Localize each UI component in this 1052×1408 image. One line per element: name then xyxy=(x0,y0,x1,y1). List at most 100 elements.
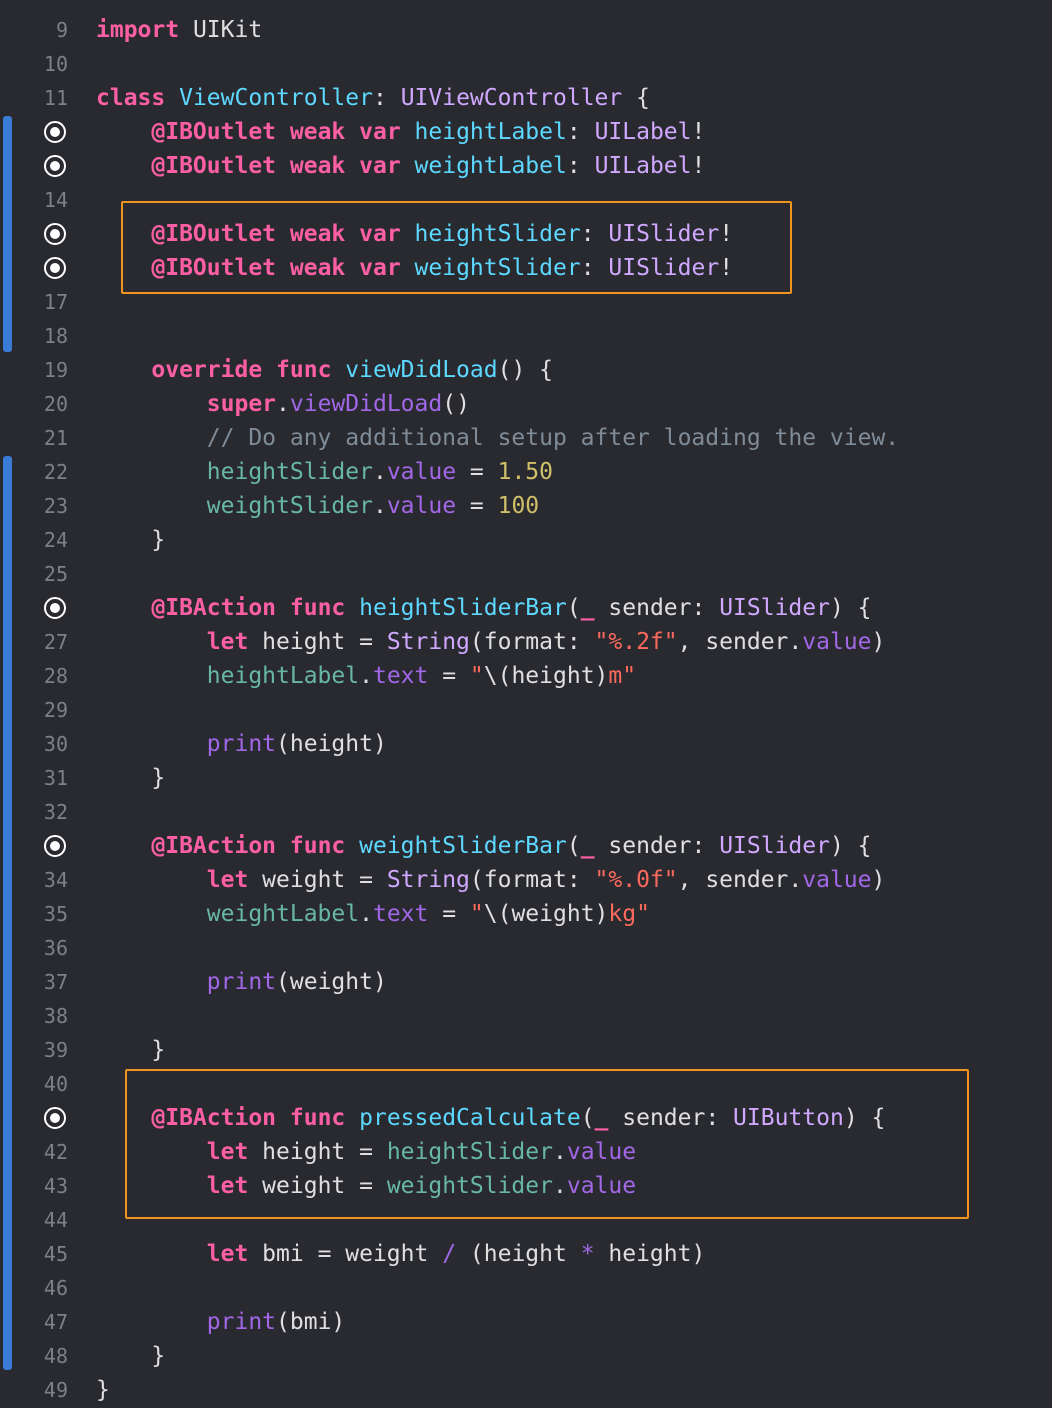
code-text: print(height) xyxy=(96,727,387,761)
code-text: @IBAction func weightSliderBar(_ sender:… xyxy=(96,829,871,863)
code-line[interactable]: 47 print(bmi) xyxy=(0,1305,1052,1339)
gutter: 46 xyxy=(0,1271,84,1305)
code-line[interactable]: @IBOutlet weak var heightSlider: UISlide… xyxy=(0,217,1052,251)
code-token: : xyxy=(372,85,401,111)
code-line[interactable]: 18 xyxy=(0,319,1052,353)
gutter xyxy=(0,149,84,183)
code-token: super xyxy=(206,391,277,417)
code-line[interactable]: 11 class ViewController: UIViewController… xyxy=(0,81,1052,115)
line-number: 9 xyxy=(55,18,68,42)
code-line[interactable]: 37 print(weight) xyxy=(0,965,1052,999)
code-token: } xyxy=(96,1343,166,1369)
code-line[interactable]: 24 } xyxy=(0,523,1052,557)
code-token: " xyxy=(469,663,484,689)
code-line[interactable]: 22 heightSlider.value = 1.50 xyxy=(0,455,1052,489)
code-line[interactable]: 34 let weight = String(format: "%.0f", s… xyxy=(0,863,1052,897)
code-line[interactable]: 40 xyxy=(0,1067,1052,1101)
code-line[interactable]: @IBAction func heightSliderBar(_ sender:… xyxy=(0,591,1052,625)
code-token: @IBOutlet xyxy=(151,221,277,247)
code-line[interactable]: 17 xyxy=(0,285,1052,319)
code-token: weak xyxy=(289,153,346,179)
code-line[interactable]: 49} xyxy=(0,1373,1052,1407)
code-token: () { xyxy=(497,357,553,383)
code-line[interactable]: 45 let bmi = weight / (height * height) xyxy=(0,1237,1052,1271)
code-token: ! xyxy=(719,255,734,281)
line-number: 42 xyxy=(43,1140,68,1164)
outlet-connection-icon[interactable] xyxy=(44,155,66,177)
code-line[interactable]: @IBOutlet weak var weightSlider: UISlide… xyxy=(0,251,1052,285)
code-token: value xyxy=(566,1173,637,1199)
outlet-connection-icon[interactable] xyxy=(44,835,66,857)
code-line[interactable]: 31 } xyxy=(0,761,1052,795)
code-line[interactable]: 20 super.viewDidLoad() xyxy=(0,387,1052,421)
code-token: 1.50 xyxy=(497,459,553,485)
code-token: (format: xyxy=(469,867,595,893)
line-number: 28 xyxy=(43,664,68,688)
code-token: ) xyxy=(871,629,886,655)
code-token: ! xyxy=(719,221,734,247)
code-token: ! xyxy=(691,119,706,145)
code-line[interactable]: @IBAction func pressedCalculate(_ sender… xyxy=(0,1101,1052,1135)
code-line[interactable]: 38 xyxy=(0,999,1052,1033)
gutter: 29 xyxy=(0,693,84,727)
code-line[interactable]: 36 xyxy=(0,931,1052,965)
code-line[interactable]: 43 let weight = weightSlider.value xyxy=(0,1169,1052,1203)
code-line[interactable]: 23 weightSlider.value = 100 xyxy=(0,489,1052,523)
code-token: heightSlider xyxy=(206,459,373,485)
code-line[interactable]: 9 import UIKit xyxy=(0,13,1052,47)
code-token: = xyxy=(456,459,498,485)
code-token: weightSliderBar xyxy=(359,833,567,859)
line-number: 40 xyxy=(43,1072,68,1096)
code-line[interactable]: 35 weightLabel.text = "\(weight)kg" xyxy=(0,897,1052,931)
code-line[interactable]: 21 // Do any additional setup after load… xyxy=(0,421,1052,455)
code-line[interactable]: 25 xyxy=(0,557,1052,591)
outlet-connection-icon[interactable] xyxy=(44,121,66,143)
code-token: * xyxy=(580,1241,595,1267)
code-line[interactable]: 44 xyxy=(0,1203,1052,1237)
code-line[interactable]: 19 override func viewDidLoad() { xyxy=(0,353,1052,387)
code-line[interactable]: @IBAction func weightSliderBar(_ sender:… xyxy=(0,829,1052,863)
code-line[interactable]: 48 } xyxy=(0,1339,1052,1373)
code-token: func xyxy=(276,357,332,383)
gutter: 39 xyxy=(0,1033,84,1067)
outlet-connection-icon[interactable] xyxy=(44,1107,66,1129)
code-token: ) { xyxy=(843,1105,886,1131)
code-token: weak xyxy=(289,119,346,145)
code-line[interactable]: 28 heightLabel.text = "\(height)m" xyxy=(0,659,1052,693)
outlet-connection-icon[interactable] xyxy=(44,597,66,619)
code-token: @IBAction xyxy=(151,1105,277,1131)
code-line[interactable]: 42 let height = heightSlider.value xyxy=(0,1135,1052,1169)
code-token: bmi = weight xyxy=(248,1241,443,1267)
code-line[interactable]: 29 xyxy=(0,693,1052,727)
code-line[interactable]: 46 xyxy=(0,1271,1052,1305)
code-text: } xyxy=(96,1373,110,1407)
code-line[interactable]: 32 xyxy=(0,795,1052,829)
code-token: UILabel xyxy=(594,153,692,179)
code-token: print xyxy=(206,731,277,757)
code-line[interactable]: 30 print(height) xyxy=(0,727,1052,761)
code-text: } xyxy=(96,761,165,795)
code-text: // Do any additional setup after loading… xyxy=(96,421,899,455)
code-token: (format: xyxy=(469,629,595,655)
line-number: 23 xyxy=(43,494,68,518)
code-token: heightSliderBar xyxy=(359,595,567,621)
line-number: 37 xyxy=(43,970,68,994)
outlet-connection-icon[interactable] xyxy=(44,223,66,245)
code-editor[interactable]: 9 import UIKit 10 11 class ViewController: U… xyxy=(0,0,1052,1408)
outlet-connection-icon[interactable] xyxy=(44,257,66,279)
line-number: 45 xyxy=(43,1242,68,1266)
code-line[interactable]: 14 xyxy=(0,183,1052,217)
code-line[interactable]: 39 } xyxy=(0,1033,1052,1067)
line-number: 18 xyxy=(43,324,68,348)
code-token: . xyxy=(359,901,373,927)
code-text: @IBOutlet weak var heightLabel: UILabel! xyxy=(96,115,705,149)
code-token: kg" xyxy=(608,901,650,927)
code-line[interactable]: @IBOutlet weak var weightLabel: UILabel! xyxy=(0,149,1052,183)
code-line[interactable]: @IBOutlet weak var heightLabel: UILabel! xyxy=(0,115,1052,149)
code-line[interactable]: 27 let height = String(format: "%.2f", s… xyxy=(0,625,1052,659)
gutter: 18 xyxy=(0,319,84,353)
code-line[interactable]: 10 xyxy=(0,47,1052,81)
